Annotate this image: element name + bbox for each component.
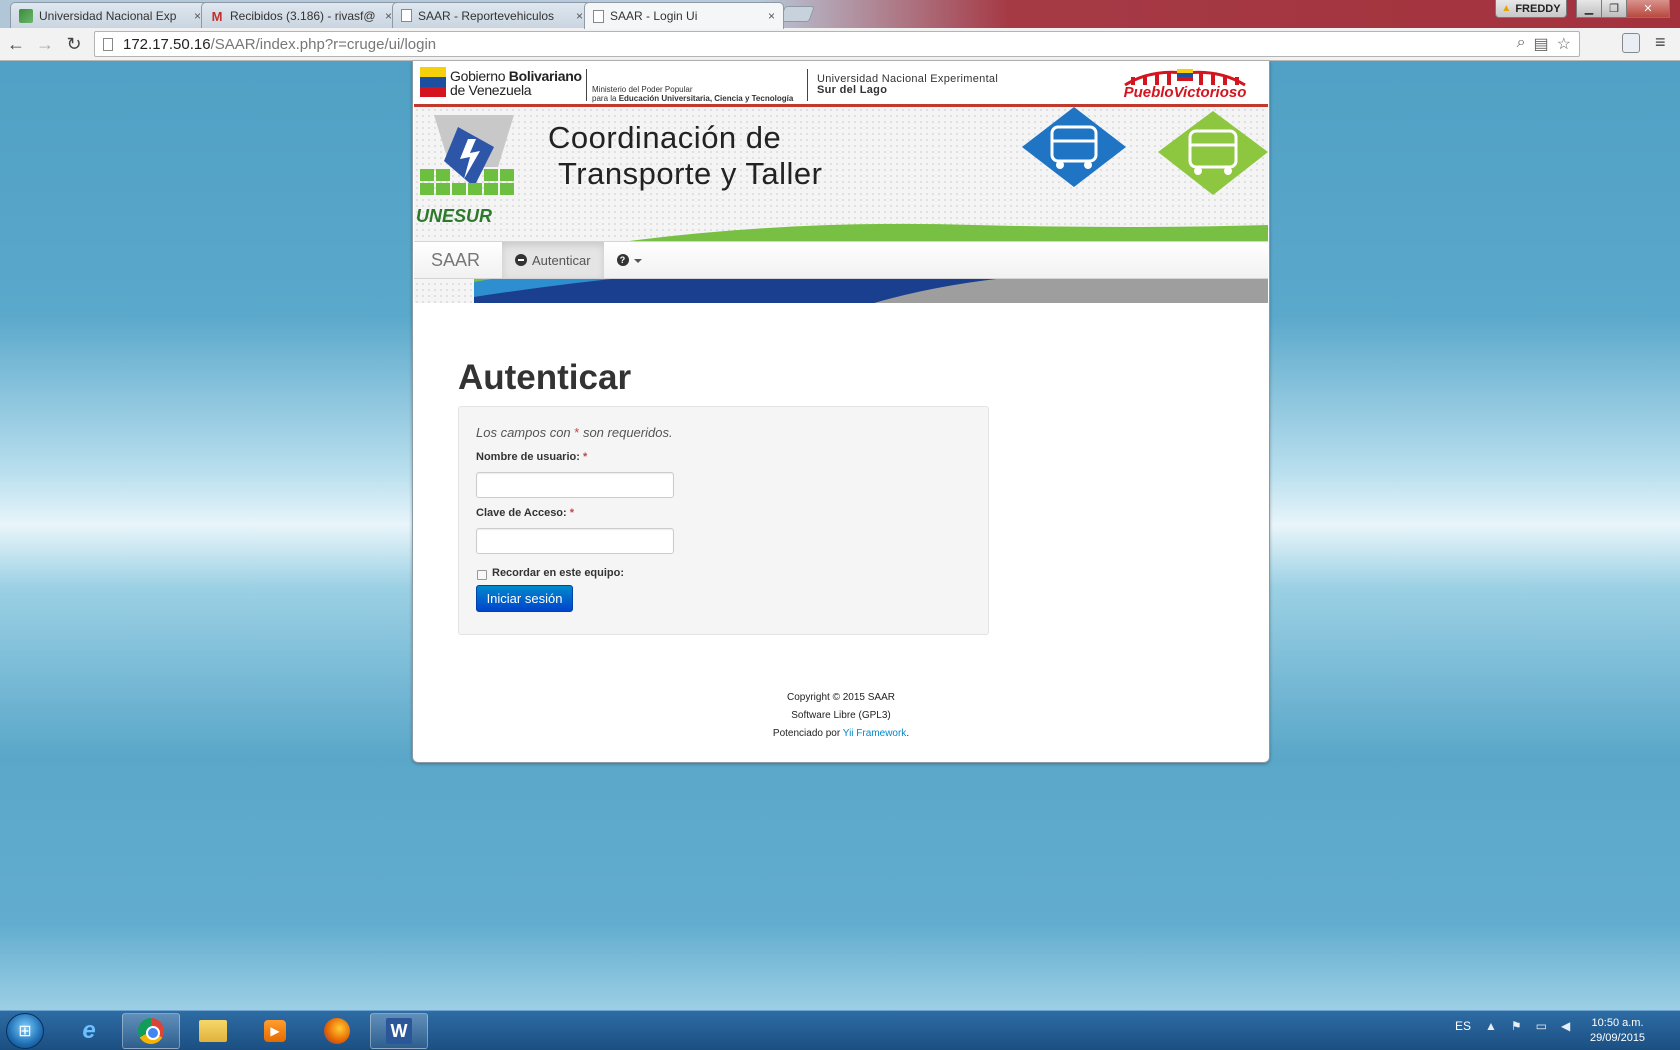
- close-icon[interactable]: ×: [194, 9, 201, 23]
- divider: [807, 69, 808, 101]
- tab-title: Recibidos (3.186) - rivasf@: [230, 8, 376, 23]
- government-header: Gobierno Bolivariano de Venezuela Minist…: [414, 61, 1268, 107]
- ministerio-text: Ministerio del Poder Popular para la Edu…: [592, 85, 794, 103]
- license-text: Software Libre (GPL3): [791, 710, 891, 721]
- bus-blue-icon: [1022, 107, 1126, 187]
- windows-taskbar: ⊞ e ▶ W ES ▲ ⚑ ▭ ◀ 10:50 a.m. 29/09/2015: [0, 1010, 1680, 1050]
- star-icon[interactable]: ☆: [1557, 34, 1571, 54]
- chevron-up-icon[interactable]: ▲: [1485, 1019, 1497, 1033]
- nav-autenticar[interactable]: Autenticar: [502, 242, 604, 278]
- url-path: /SAAR/index.php?r=cruge/ui/login: [210, 35, 437, 53]
- page-title: Autenticar: [458, 358, 632, 397]
- page-icon: [103, 37, 113, 51]
- divider: [586, 69, 587, 101]
- new-tab-button[interactable]: [779, 6, 815, 22]
- tab-reportevehiculos[interactable]: SAAR - Reportevehiculos ×: [392, 2, 592, 28]
- question-circle-icon: ?: [616, 254, 629, 266]
- explorer-taskbar-button[interactable]: [184, 1013, 242, 1049]
- tab-gmail[interactable]: M Recibidos (3.186) - rivasf@ ×: [201, 2, 401, 28]
- page-icon: [401, 9, 412, 22]
- caret-down-icon: [633, 259, 642, 263]
- chrome-icon: [138, 1018, 164, 1044]
- help-dropdown[interactable]: ?: [604, 242, 655, 278]
- menu-icon[interactable]: ≡: [1655, 32, 1666, 53]
- window-close-button[interactable]: ✕: [1626, 0, 1670, 18]
- navbar-brand[interactable]: SAAR: [414, 242, 502, 278]
- gobierno-bolivariano-logo: Gobierno Bolivariano de Venezuela: [450, 68, 582, 98]
- network-icon[interactable]: ▭: [1536, 1019, 1547, 1033]
- media-player-taskbar-button[interactable]: ▶: [246, 1013, 304, 1049]
- internet-explorer-taskbar-button[interactable]: e: [60, 1013, 118, 1049]
- yii-framework-link[interactable]: Yii Framework: [843, 728, 907, 739]
- back-arrow-icon[interactable]: ←: [4, 32, 28, 56]
- password-input[interactable]: [476, 528, 674, 554]
- url-host: 172.17.50.16: [123, 35, 211, 53]
- start-button[interactable]: ⊞: [6, 1013, 44, 1049]
- pueblo-victorioso-logo: PuebloVictorioso: [1121, 67, 1249, 101]
- close-icon[interactable]: ×: [385, 9, 392, 23]
- bus-green-icon: [1158, 111, 1268, 195]
- required-note: Los campos con * son requeridos.: [476, 425, 673, 440]
- clock-date: 29/09/2015: [1590, 1032, 1646, 1044]
- reload-icon[interactable]: ↻: [62, 32, 86, 56]
- system-tray: ES ▲ ⚑ ▭ ◀: [1455, 1019, 1570, 1033]
- browser-tabstrip: Universidad Nacional Exp × M Recibidos (…: [0, 0, 1680, 29]
- folder-icon: [199, 1020, 227, 1042]
- tab-title: SAAR - Reportevehiculos: [418, 8, 555, 23]
- taskbar-clock[interactable]: 10:50 a.m. 29/09/2015: [1590, 1016, 1645, 1046]
- banner-title: Coordinación de Transporte y Taller: [548, 120, 823, 191]
- language-indicator[interactable]: ES: [1455, 1019, 1471, 1033]
- powered-by-text: Potenciado por Yii Framework.: [772, 728, 910, 739]
- venezuela-flag-icon: [420, 67, 446, 97]
- address-bar[interactable]: 172.17.50.16/SAAR/index.php?r=cruge/ui/l…: [94, 31, 1580, 57]
- tab-title: SAAR - Login Ui: [610, 9, 698, 23]
- word-icon: W: [386, 1018, 412, 1044]
- page-container: Gobierno Bolivariano de Venezuela Minist…: [412, 61, 1270, 763]
- close-icon[interactable]: ×: [768, 9, 775, 23]
- search-icon[interactable]: ⌕: [1517, 34, 1526, 54]
- firefox-icon: [324, 1018, 350, 1044]
- media-player-icon: ▶: [264, 1020, 286, 1042]
- copyright-text: Copyright © 2015 SAAR: [787, 692, 895, 703]
- internet-explorer-icon: e: [82, 1017, 96, 1044]
- gmail-icon: M: [211, 8, 223, 24]
- remember-label[interactable]: Recordar en este equipo:: [492, 567, 624, 579]
- unesur-favicon-icon: [19, 8, 33, 23]
- page-footer: Copyright © 2015 SAAR Software Libre (GP…: [413, 689, 1269, 743]
- browser-toolbar: ← → ↻ 172.17.50.16/SAAR/index.php?r=crug…: [0, 28, 1680, 61]
- tab-universidad[interactable]: Universidad Nacional Exp ×: [10, 2, 210, 28]
- minus-circle-icon: [515, 254, 527, 266]
- page-icon: [593, 9, 604, 23]
- warning-icon: ▲: [1501, 3, 1512, 14]
- login-button[interactable]: Iniciar sesión: [476, 585, 573, 612]
- word-taskbar-button[interactable]: W: [370, 1013, 428, 1049]
- clock-time: 10:50 a.m.: [1591, 1017, 1644, 1029]
- tab-login[interactable]: SAAR - Login Ui ×: [584, 2, 784, 29]
- restore-button[interactable]: ❐: [1601, 0, 1627, 18]
- firefox-taskbar-button[interactable]: [308, 1013, 366, 1049]
- extension-icon[interactable]: [1622, 33, 1640, 53]
- unesur-logo: UNESUR: [414, 107, 522, 227]
- action-center-icon[interactable]: ⚑: [1511, 1019, 1522, 1033]
- forward-arrow-icon[interactable]: →: [33, 32, 57, 56]
- tab-title: Universidad Nacional Exp: [39, 8, 177, 23]
- remember-checkbox[interactable]: [477, 570, 487, 580]
- universidad-title: Universidad Nacional Experimental Sur de…: [817, 73, 999, 96]
- login-form: Los campos con * son requeridos. Nombre …: [458, 406, 989, 635]
- translate-icon[interactable]: ▤: [1534, 34, 1549, 54]
- nav-autenticar-label: Autenticar: [532, 252, 591, 268]
- username-input[interactable]: [476, 472, 674, 498]
- volume-icon[interactable]: ◀: [1561, 1019, 1570, 1033]
- password-label: Clave de Acceso: *: [476, 507, 575, 519]
- site-navbar: SAAR Autenticar ?: [414, 241, 1268, 279]
- username-label: Nombre de usuario: *: [476, 451, 588, 463]
- user-name: FREDDY: [1515, 2, 1561, 15]
- user-profile-button[interactable]: ▲ FREDDY: [1495, 0, 1567, 18]
- minimize-button[interactable]: ▁: [1576, 0, 1602, 18]
- close-icon[interactable]: ×: [576, 9, 583, 23]
- chrome-taskbar-button[interactable]: [122, 1013, 180, 1049]
